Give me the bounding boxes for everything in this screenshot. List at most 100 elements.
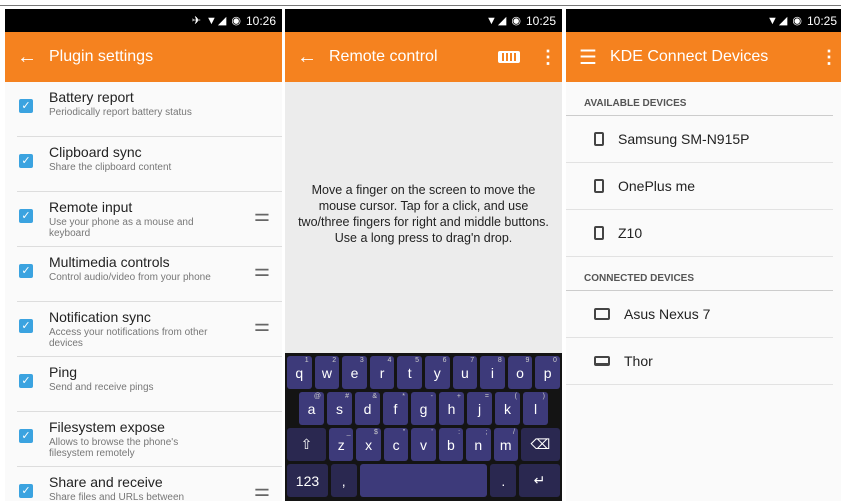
phone-icon bbox=[594, 226, 604, 240]
key-h[interactable]: + h bbox=[439, 392, 464, 425]
plugin-title: Clipboard sync bbox=[49, 144, 142, 160]
hamburger-menu-icon[interactable]: ☰ bbox=[566, 45, 610, 70]
touchpad-instructions[interactable]: Move a finger on the screen to move the … bbox=[295, 182, 552, 246]
key-hint: = bbox=[484, 393, 489, 400]
status-time: 10:26 bbox=[245, 13, 276, 28]
plugin-item[interactable]: ✓ Clipboard sync Share the clipboard conte… bbox=[17, 137, 282, 192]
plugin-item[interactable]: ✓ Remote input Use your phone as a mouse a… bbox=[17, 192, 282, 247]
shift-key[interactable]: ⇧ bbox=[287, 428, 327, 461]
key-hint: ; bbox=[485, 429, 488, 436]
key-i[interactable]: 8i bbox=[480, 356, 505, 389]
checkbox-checked-icon[interactable]: ✓ bbox=[19, 374, 33, 388]
comma-key[interactable]: , bbox=[330, 464, 357, 497]
key-label: g bbox=[419, 400, 428, 417]
overflow-menu-icon[interactable]: ⋮ bbox=[534, 47, 562, 68]
key-hint: - bbox=[430, 393, 433, 400]
key-n[interactable]: ; n bbox=[466, 428, 491, 461]
plugin-item[interactable]: ✓ Ping Send and receive pings bbox=[17, 357, 282, 412]
settings-sliders-icon[interactable]: ⚌ bbox=[242, 315, 282, 336]
key-r[interactable]: 4r bbox=[369, 356, 395, 389]
checkbox-checked-icon[interactable]: ✓ bbox=[19, 154, 33, 168]
enter-key[interactable]: ↵ bbox=[519, 464, 560, 497]
numbers-key[interactable]: 123 bbox=[287, 464, 328, 497]
device-item[interactable]: Thor bbox=[566, 338, 833, 385]
overflow-menu-icon[interactable]: ⋮ bbox=[815, 47, 841, 68]
key-x[interactable]: $ x bbox=[356, 428, 381, 461]
key-label: b bbox=[446, 436, 455, 453]
plugin-item[interactable]: ✓ Filesystem expose Allows to browse the p… bbox=[17, 412, 282, 467]
key-t[interactable]: 5t bbox=[397, 356, 422, 389]
key-label: d bbox=[363, 400, 372, 417]
key-label: f bbox=[393, 400, 398, 417]
key-d[interactable]: & d bbox=[355, 392, 380, 425]
back-arrow-icon[interactable]: ← bbox=[285, 46, 329, 69]
key-y[interactable]: 6y bbox=[424, 356, 450, 389]
settings-sliders-icon[interactable]: ⚌ bbox=[242, 260, 282, 281]
key-k[interactable]: (k bbox=[495, 392, 520, 425]
back-arrow-icon[interactable]: ← bbox=[5, 46, 49, 69]
key-label: u bbox=[460, 364, 469, 381]
plugin-text: Battery report Periodically report batter… bbox=[49, 89, 282, 118]
remote-control-screen: ▼◢ ◉ 10:25 ← Remote control ⋮ Move a fin… bbox=[285, 9, 562, 501]
connected-devices-list: Asus Nexus 7 Thor bbox=[566, 291, 841, 385]
checkbox-checked-icon[interactable]: ✓ bbox=[19, 99, 33, 113]
key-m[interactable]: / m bbox=[493, 428, 518, 461]
plugin-item[interactable]: ✓ Notification sync Access your notificati… bbox=[17, 302, 282, 357]
keyboard-row-3: ⇧ _ z $ x " c ' v: b; n / m ⌫ bbox=[287, 428, 560, 461]
keyboard-icon[interactable] bbox=[498, 51, 520, 63]
keyboard-row-4: 123 , . ↵ bbox=[287, 464, 560, 497]
space-key[interactable] bbox=[359, 464, 488, 497]
key-q[interactable]: 1q bbox=[287, 356, 312, 389]
device-item[interactable]: Z10 bbox=[566, 210, 833, 257]
plugin-item[interactable]: ✓ Battery report Periodically report batte… bbox=[17, 82, 282, 137]
key-hint: # bbox=[345, 393, 349, 400]
checkbox-checked-icon[interactable]: ✓ bbox=[19, 264, 33, 278]
period-key[interactable]: . bbox=[490, 464, 517, 497]
key-hint: 7 bbox=[470, 357, 475, 364]
key-s[interactable]: # s bbox=[327, 392, 352, 425]
plugin-item[interactable]: ✓ Share and receive Share files and URLs b… bbox=[17, 467, 282, 501]
key-z[interactable]: _ z bbox=[329, 428, 354, 461]
key-label: k bbox=[504, 400, 511, 417]
plugin-item[interactable]: ✓ Multimedia controls Control audio/video … bbox=[17, 247, 282, 302]
key-a[interactable]: @ a bbox=[299, 392, 324, 425]
key-hint: / bbox=[512, 429, 515, 436]
device-item[interactable]: Samsung SM-N915P bbox=[566, 116, 833, 163]
key-v[interactable]: ' v bbox=[411, 428, 436, 461]
key-label: h bbox=[447, 400, 456, 417]
plugin-description: Control audio/video from your phone bbox=[49, 272, 211, 283]
key-l[interactable]: ) l bbox=[523, 392, 548, 425]
settings-sliders-icon[interactable]: ⚌ bbox=[242, 205, 282, 226]
key-label: s bbox=[336, 400, 343, 417]
key-g[interactable]: -g bbox=[411, 392, 436, 425]
key-p[interactable]: 0p bbox=[535, 356, 560, 389]
device-item[interactable]: Asus Nexus 7 bbox=[566, 291, 833, 338]
connected-devices-header: CONNECTED DEVICES bbox=[566, 257, 833, 291]
key-u[interactable]: 7u bbox=[452, 356, 478, 389]
key-w[interactable]: 2w bbox=[314, 356, 340, 389]
plugin-text: Notification sync Access your notificatio… bbox=[49, 309, 242, 349]
key-c[interactable]: " c bbox=[383, 428, 409, 461]
checkbox-checked-icon[interactable]: ✓ bbox=[19, 319, 33, 333]
tablet-icon bbox=[594, 308, 610, 320]
key-hint: + bbox=[456, 393, 461, 400]
plugin-title: Ping bbox=[49, 364, 78, 380]
device-item[interactable]: OnePlus me bbox=[566, 163, 833, 210]
key-o[interactable]: 9o bbox=[507, 356, 533, 389]
key-b[interactable]: :b bbox=[438, 428, 464, 461]
key-hint: 2 bbox=[332, 357, 337, 364]
backspace-key[interactable]: ⌫ bbox=[520, 428, 560, 461]
key-j[interactable]: = j bbox=[467, 392, 492, 425]
key-f[interactable]: * f bbox=[383, 392, 408, 425]
key-e[interactable]: 3e bbox=[342, 356, 367, 389]
checkbox-checked-icon[interactable]: ✓ bbox=[19, 429, 33, 443]
plugin-description: Access your notifications from other dev… bbox=[49, 327, 208, 349]
checkbox-checked-icon[interactable]: ✓ bbox=[19, 209, 33, 223]
key-label: q bbox=[295, 364, 304, 381]
key-label: p bbox=[543, 364, 552, 381]
key-label: v bbox=[419, 436, 427, 453]
checkbox-checked-icon[interactable]: ✓ bbox=[19, 484, 33, 498]
settings-sliders-icon[interactable]: ⚌ bbox=[242, 480, 282, 501]
devices-screen: ▼◢ ◉ 10:25 ☰ KDE Connect Devices ⋮ AVAIL… bbox=[566, 9, 841, 501]
plugin-text: Multimedia controls Control audio/video f… bbox=[49, 254, 242, 283]
